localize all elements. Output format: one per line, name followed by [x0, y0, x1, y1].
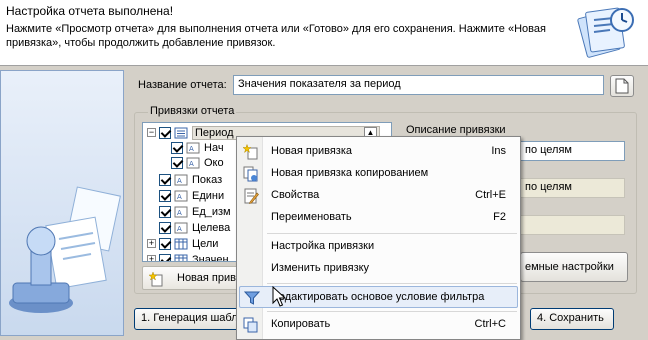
- menu-item-shortcut: Ctrl+C: [474, 318, 506, 330]
- field-icon: A: [186, 157, 200, 168]
- tree-item-label: Нач: [204, 141, 224, 154]
- context-menu: Новая привязка Ins Новая привязка копиро…: [236, 136, 521, 340]
- tree-checkbox[interactable]: [171, 156, 183, 169]
- report-name-browse-button[interactable]: [610, 75, 634, 97]
- svg-text:A: A: [177, 209, 182, 217]
- menu-item-label: Переименовать: [271, 211, 352, 223]
- binding-field-3[interactable]: [520, 215, 625, 235]
- wizard-header: Настройка отчета выполнена! Нажмите «Про…: [0, 0, 648, 66]
- tree-checkbox[interactable]: [159, 253, 171, 261]
- menu-item-properties[interactable]: Свойства Ctrl+E: [239, 185, 518, 207]
- tree-checkbox[interactable]: [159, 237, 171, 250]
- field-icon: A: [174, 222, 188, 233]
- menu-item-label: Редактировать основое условие фильтра: [272, 291, 485, 303]
- menu-item-label: Новая привязка: [271, 145, 353, 157]
- collapse-icon[interactable]: −: [147, 128, 156, 137]
- tree-item-label: Период: [195, 126, 234, 139]
- tree-item-label: Целева: [192, 221, 231, 234]
- field-icon: A: [174, 206, 188, 217]
- tree-checkbox[interactable]: [159, 205, 171, 218]
- binding-field-2[interactable]: по целям: [520, 178, 625, 198]
- extra-settings-button[interactable]: емные настройки: [520, 252, 628, 282]
- tree-item[interactable]: + Цели: [147, 236, 218, 251]
- menu-item-shortcut: Ins: [491, 145, 506, 157]
- svg-text:A: A: [189, 145, 194, 153]
- tree-item-label: Цели: [192, 237, 219, 250]
- svg-text:A: A: [177, 225, 182, 233]
- tree-checkbox[interactable]: [171, 141, 183, 154]
- menu-item-new-binding-copy[interactable]: Новая привязка копированием: [239, 163, 518, 185]
- tree-item[interactable]: A Показ: [159, 172, 222, 187]
- tree-item-label: Показ: [192, 173, 223, 186]
- header-title: Настройка отчета выполнена!: [6, 4, 174, 18]
- field-icon: A: [174, 174, 188, 185]
- new-binding-label: Новая прив: [177, 272, 236, 284]
- list-icon: [174, 127, 188, 138]
- table-icon: [174, 254, 188, 261]
- tree-checkbox[interactable]: [159, 189, 171, 202]
- report-wizard-icon: [577, 7, 634, 58]
- expand-icon[interactable]: +: [147, 255, 156, 261]
- menu-item-label: Настройка привязки: [271, 240, 375, 252]
- mouse-pointer-icon: [272, 286, 286, 307]
- field-icon: A: [174, 190, 188, 201]
- new-binding-icon: [243, 144, 258, 160]
- menu-item-new-binding[interactable]: Новая привязка Ins: [239, 141, 518, 163]
- menu-item-shortcut: Ctrl+E: [475, 189, 506, 201]
- stamp-illustration-icon: [9, 186, 121, 313]
- wizard-side-illustration: [0, 70, 124, 336]
- report-name-input[interactable]: Значения показателя за период: [233, 75, 604, 95]
- properties-icon: [244, 188, 259, 204]
- tree-item-label: Значен: [192, 253, 229, 262]
- menu-item-rename[interactable]: Переименовать F2: [239, 207, 518, 229]
- tree-item[interactable]: A Целева: [159, 220, 230, 235]
- svg-text:A: A: [189, 160, 194, 168]
- tree-item-label: Ед_изм: [192, 205, 231, 218]
- binding-description-label: Описание привязки: [406, 124, 506, 136]
- menu-item-shortcut: F2: [493, 211, 506, 223]
- field-icon: A: [186, 142, 200, 153]
- tree-item-label: Едини: [192, 189, 225, 202]
- tree-item-label: Око: [204, 156, 224, 169]
- tree-checkbox[interactable]: [159, 126, 171, 139]
- menu-item-label: Изменить привязку: [271, 262, 370, 274]
- menu-separator: [267, 283, 517, 284]
- table-icon: [174, 238, 188, 249]
- menu-item-binding-settings[interactable]: Настройка привязки: [239, 236, 518, 258]
- header-description: Нажмите «Просмотр отчета» для выполнения…: [6, 23, 546, 49]
- tree-item[interactable]: A Око: [171, 155, 224, 170]
- menu-separator: [267, 311, 517, 312]
- tree-item[interactable]: A Едини: [159, 188, 224, 203]
- copy-icon: [243, 317, 258, 333]
- menu-item-edit-binding[interactable]: Изменить привязку: [239, 258, 518, 280]
- generate-template-button[interactable]: 1. Генерация шабл: [134, 308, 244, 330]
- expand-icon[interactable]: +: [147, 239, 156, 248]
- tree-item[interactable]: A Нач: [171, 140, 224, 155]
- new-binding-icon: [149, 271, 163, 287]
- menu-item-copy[interactable]: Копировать Ctrl+C: [239, 314, 518, 336]
- menu-separator: [267, 233, 517, 234]
- svg-text:A: A: [177, 193, 182, 201]
- save-button[interactable]: 4. Сохранить: [530, 308, 614, 330]
- menu-item-label: Свойства: [271, 189, 320, 201]
- document-icon: [615, 78, 629, 94]
- tree-item[interactable]: + Значен: [147, 252, 229, 262]
- bindings-group-title: Привязки отчета: [148, 105, 237, 117]
- menu-item-label: Новая привязка копированием: [271, 167, 429, 179]
- tree-item[interactable]: A Ед_изм: [159, 204, 231, 219]
- copy-binding-icon: [243, 166, 258, 182]
- tree-checkbox[interactable]: [159, 173, 171, 186]
- menu-item-label: Копировать: [271, 318, 331, 330]
- filter-icon: [244, 291, 260, 305]
- report-name-label: Название отчета:: [138, 79, 227, 91]
- tree-checkbox[interactable]: [159, 221, 171, 234]
- svg-text:A: A: [177, 177, 182, 185]
- binding-field-1[interactable]: по целям: [520, 141, 625, 161]
